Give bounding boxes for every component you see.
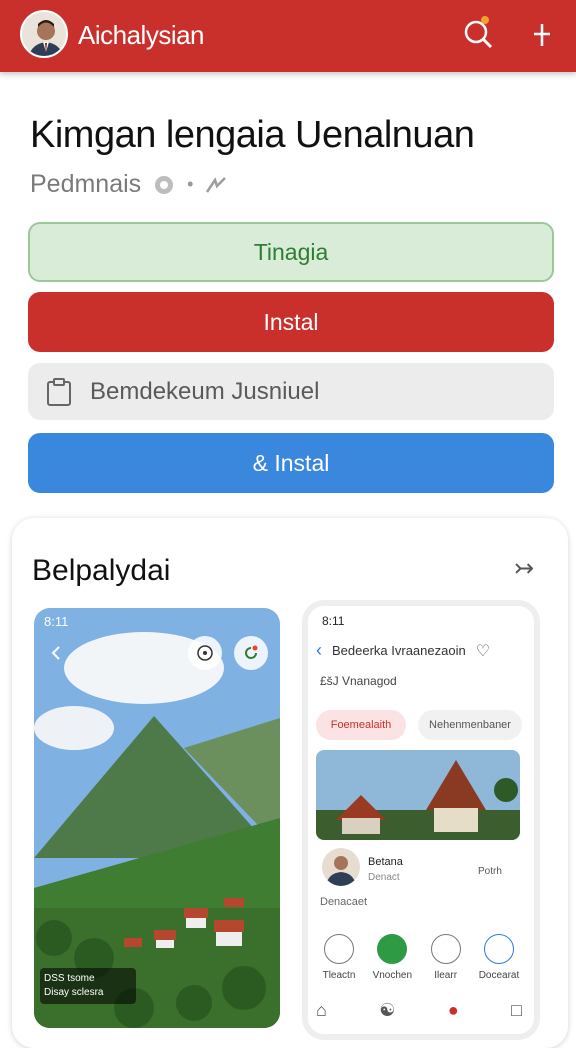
bottom-nav: ⌂ ☯ ● □ [316,1000,522,1021]
preview-card: Belpalydai ↣ 8:11 DSS tsome Disay sclesr… [12,518,568,1048]
phone-header-title: Bedeerka Ivraanezaoin [332,643,466,658]
arrow-right-icon[interactable]: ↣ [514,554,534,583]
caption-line-1: DSS tsome [44,973,95,984]
subtitle: Pedmnais [30,170,142,198]
action-icon-1[interactable]: Tleactn [316,934,362,981]
caption-box: DSS tsome Disay sclesra [40,968,136,1004]
add-button[interactable] [522,14,562,54]
primary-light-button[interactable]: Tinagia [28,222,554,282]
action-icon-4[interactable]: Docearat [476,934,522,981]
top-app-bar: Aichalysian [0,0,576,72]
info-icon [155,175,174,194]
phone-preview-left[interactable]: 8:11 DSS tsome Disay sclesra [34,608,280,1028]
profile-role: Denact [368,872,400,883]
info-row: Denacaet [320,896,368,908]
mountain-landscape [34,608,280,1028]
tab-active[interactable]: Foemealaith [316,710,406,740]
action-icon-3[interactable]: Ilearr [423,934,469,981]
action-icon-2[interactable]: Vnochen [369,934,415,981]
profile-name: Betana [368,856,403,868]
chevron-left-icon[interactable]: ‹ [316,640,322,661]
heart-icon[interactable]: ♡ [476,641,490,661]
plus-icon [534,24,550,46]
record-icon[interactable]: ● [448,1000,459,1021]
action-icons-row: Tleactn Vnochen Ilearr Docearat [316,934,522,981]
temple-image [316,750,520,840]
back-button[interactable] [40,636,74,670]
avatar[interactable] [20,10,68,58]
profile-avatar[interactable] [322,848,360,886]
caption-line-2: Disay sclesra [44,987,104,998]
refresh-button[interactable] [234,636,268,670]
status-time: 8:11 [44,614,69,629]
chevron-left-icon [51,646,60,660]
install-button[interactable]: Instal [28,292,554,352]
text-field-value: Bemdekeum Jusniuel [90,377,320,405]
install-blue-button[interactable]: & Instal [28,433,554,493]
compass-icon [197,645,213,661]
share-icon [206,176,227,193]
person-icon[interactable]: ☯ [379,1000,395,1021]
app-title: Aichalysian [78,20,205,50]
tab-inactive[interactable]: Nehenmenbaner [418,710,522,740]
clipboard-icon [47,377,71,406]
phone-header: ‹ Bedeerka Ivraanezaoin ♡ [316,640,526,661]
status-time: 8:11 [322,614,345,628]
profile-action[interactable]: Potrh [478,866,502,877]
text-field[interactable]: Bemdekeum Jusniuel [28,363,554,420]
home-icon[interactable]: ⌂ [316,1000,327,1021]
phone-preview-right[interactable]: 8:11 ‹ Bedeerka Ivraanezaoin ♡ £šJ Vnana… [302,600,540,1040]
refresh-icon [245,645,258,659]
search-button[interactable] [458,14,498,54]
search-icon [464,16,493,49]
compass-button[interactable] [188,636,222,670]
card-title: Belpalydai [32,554,171,587]
subtitle-row: Pedmnais • [30,170,229,199]
phone-sub-label: £šJ Vnanagod [320,674,397,688]
bookmark-icon[interactable]: □ [511,1000,522,1021]
separator-dot: • [187,174,194,194]
page-title: Kimgan lengaia Uenalnuan [30,114,475,156]
